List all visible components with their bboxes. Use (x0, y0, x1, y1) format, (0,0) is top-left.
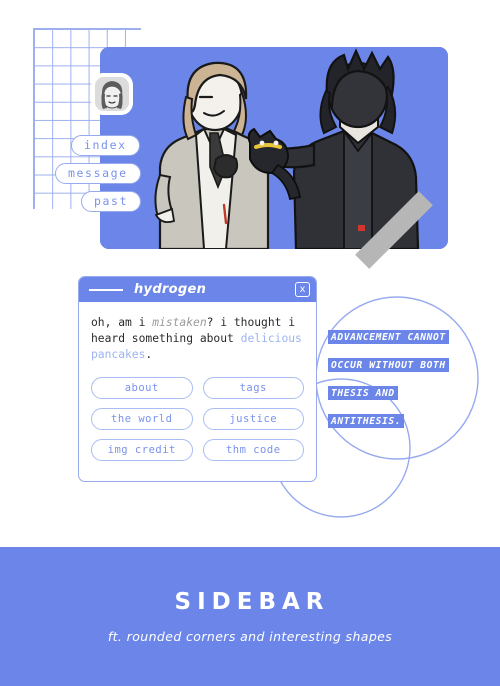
message-emphasis: mistaken (152, 316, 207, 329)
window-button-tags[interactable]: tags (202, 377, 304, 399)
avatar-portrait-icon (95, 77, 129, 111)
quote-line: ANTITHESIS. (328, 414, 405, 428)
quote-block: ADVANCEMENT CANNOT OCCUR WITHOUT BOTH TH… (328, 325, 483, 437)
nav-pill-message[interactable]: message (55, 163, 141, 184)
nav-pill-index[interactable]: index (71, 135, 140, 156)
window-panel: hydrogen x oh, am i mistaken? i thought … (78, 276, 317, 482)
nav-pill-past[interactable]: past (81, 191, 142, 212)
message-part-3: . (145, 348, 153, 361)
title-rule-icon (89, 288, 123, 291)
window-titlebar[interactable]: hydrogen x (79, 277, 316, 302)
window-button-grid: about tags the world justice img credit … (91, 377, 304, 461)
sidebar-band: SIDEBAR ft. rounded corners and interest… (0, 547, 500, 686)
window-button-justice[interactable]: justice (202, 408, 304, 430)
quote-line: THESIS AND (328, 386, 398, 400)
page-canvas: index message past ADVANCEMENT CANNOT OC… (0, 0, 500, 686)
quote-line: ADVANCEMENT CANNOT (328, 330, 449, 344)
avatar-image (95, 77, 129, 111)
window-button-the-world[interactable]: the world (91, 408, 193, 430)
band-subtitle: ft. rounded corners and interesting shap… (107, 629, 393, 644)
message-part-1: oh, am i (91, 316, 153, 329)
window-body: oh, am i mistaken? i thought i heard som… (79, 302, 316, 481)
window-button-thm-code[interactable]: thm code (202, 439, 304, 461)
band-title: SIDEBAR (174, 589, 330, 615)
window-message: oh, am i mistaken? i thought i heard som… (91, 315, 304, 363)
window-title: hydrogen (134, 282, 207, 297)
quote-line: OCCUR WITHOUT BOTH (328, 358, 449, 372)
avatar (91, 73, 133, 115)
close-icon[interactable]: x (295, 282, 310, 297)
window-button-about[interactable]: about (91, 377, 193, 399)
window-button-img-credit[interactable]: img credit (91, 439, 193, 461)
